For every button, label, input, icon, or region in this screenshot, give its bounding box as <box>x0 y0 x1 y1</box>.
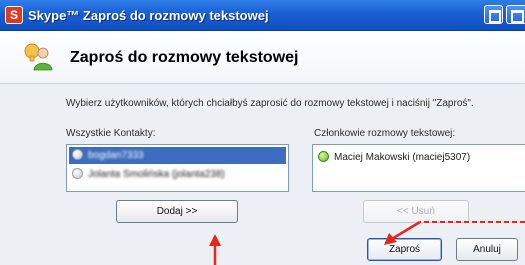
maximize-icon[interactable] <box>506 5 525 24</box>
member-list-item[interactable]: Maciej Makowski (maciej5307) <box>315 149 520 166</box>
all-contacts-label: Wszystkie Kontakty: <box>66 128 156 139</box>
annotation-arrow-dashed <box>384 220 525 245</box>
contact-list-item[interactable]: Jolanta Smolińska (jolanta238) <box>69 166 286 183</box>
contact-list-item[interactable]: bogdan7333 <box>69 147 286 164</box>
title-bar[interactable]: S Skype™ Zaproś do rozmowy tekstowej <box>0 0 525 31</box>
window-title: Skype™ Zaproś do rozmowy tekstowej <box>28 8 269 23</box>
chat-members-label: Członkowie rozmowy tekstowej: <box>314 128 456 139</box>
dialog-header: Zaproś do rozmowy tekstowej <box>0 31 525 84</box>
all-contacts-list[interactable]: bogdan7333 Jolanta Smolińska (jolanta238… <box>66 144 289 192</box>
invite-contact-icon <box>24 43 53 71</box>
online-status-icon <box>318 151 329 162</box>
contact-name: Jolanta Smolińska (jolanta238) <box>88 169 225 180</box>
invite-dialog-window: S Skype™ Zaproś do rozmowy tekstowej Zap… <box>0 0 525 265</box>
dialog-body: Wybierz użytkowników, których chciałbyś … <box>0 84 525 265</box>
contact-name: bogdan7333 <box>88 150 144 161</box>
add-button[interactable]: Dodaj >> <box>116 200 238 223</box>
annotation-arrow-up <box>209 234 221 265</box>
chat-members-list[interactable]: Maciej Makowski (maciej5307) <box>312 144 525 192</box>
restore-icon[interactable] <box>484 5 503 24</box>
skype-logo-icon: S <box>5 6 23 24</box>
member-name: Maciej Makowski (maciej5307) <box>334 152 471 163</box>
offline-status-icon <box>72 149 83 160</box>
instruction-text: Wybierz użytkowników, których chciałbyś … <box>66 98 474 109</box>
offline-status-icon <box>72 168 83 179</box>
dialog-title: Zaproś do rozmowy tekstowej <box>70 49 299 66</box>
